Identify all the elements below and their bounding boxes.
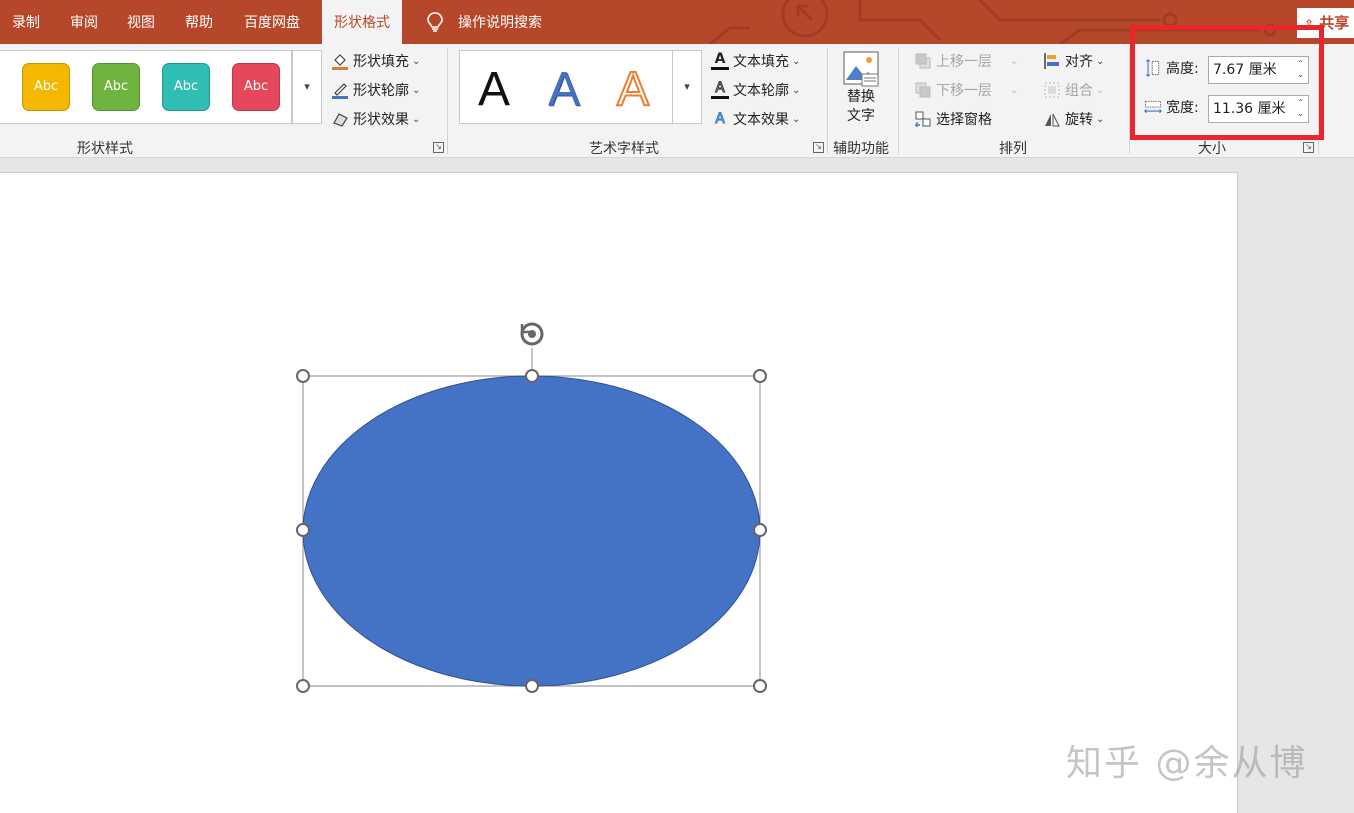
chevron-down-icon: ⌄ — [1010, 84, 1019, 96]
wordart-more-button[interactable]: ▾ — [672, 50, 702, 124]
resize-handle-bottom-right[interactable] — [753, 679, 767, 693]
rotate-handle-icon[interactable] — [520, 322, 544, 346]
shape-effects-icon — [333, 113, 348, 127]
shape-style-preset-4[interactable]: Abc — [232, 63, 280, 111]
more-arrow-icon: ▾ — [684, 80, 690, 93]
tab-view[interactable]: 视图 — [127, 0, 155, 44]
resize-handle-top-right[interactable] — [753, 369, 767, 383]
group-separator — [827, 48, 828, 154]
wordart-preset-blue[interactable]: A — [548, 62, 580, 117]
chevron-down-icon: ⌄ — [412, 55, 421, 67]
resize-handle-bottom[interactable] — [525, 679, 539, 693]
resize-handle-top[interactable] — [525, 369, 539, 383]
resize-handle-right[interactable] — [753, 523, 767, 537]
group-objects-button[interactable]: 组合 ⌄ — [1043, 80, 1104, 100]
group-label-accessibility: 辅助功能 — [833, 141, 889, 157]
text-outline-button[interactable]: A 文本轮廓 ⌄ — [711, 80, 800, 100]
group-separator — [898, 48, 899, 154]
text-effects-icon: A — [715, 111, 726, 128]
selected-shape[interactable] — [290, 312, 780, 702]
lightbulb-icon — [427, 12, 443, 32]
shape-styles-dialog-launcher[interactable]: ↘ — [433, 142, 444, 153]
size-dialog-launcher[interactable]: ↘ — [1303, 142, 1314, 153]
align-button[interactable]: 对齐 ⌄ — [1043, 51, 1104, 71]
wordart-dialog-launcher[interactable]: ↘ — [813, 142, 824, 153]
wordart-preset-black[interactable]: A — [478, 62, 510, 117]
alt-text-button[interactable]: 替换 文字 — [842, 50, 880, 126]
alt-text-image-icon — [843, 51, 879, 87]
tab-record[interactable]: 录制 — [12, 0, 40, 44]
resize-handle-top-left[interactable] — [296, 369, 310, 383]
text-outline-icon: A — [711, 81, 729, 99]
chevron-down-icon: ⌄ — [792, 84, 801, 96]
chevron-down-icon: ⌄ — [1096, 113, 1105, 125]
annotation-highlight-box — [1130, 25, 1324, 140]
group-label-arrange: 排列 — [999, 141, 1027, 157]
tell-me-search[interactable]: 操作说明搜索 — [426, 0, 542, 44]
text-effects-button[interactable]: A 文本效果 ⌄ — [711, 109, 801, 129]
selection-pane-button[interactable]: 选择窗格 — [914, 109, 992, 129]
paint-bucket-icon — [332, 54, 348, 70]
chevron-down-icon: ⌄ — [1096, 55, 1105, 67]
ellipse-shape[interactable] — [302, 375, 761, 687]
shape-styles-more-button[interactable]: ▾ — [292, 50, 322, 124]
align-icon — [1044, 53, 1059, 69]
tab-review[interactable]: 审阅 — [70, 0, 98, 44]
chevron-down-icon: ⌄ — [792, 113, 801, 125]
tab-shape-format[interactable]: 形状格式 — [322, 0, 402, 44]
group-label-shape-styles: 形状样式 — [77, 141, 133, 157]
pen-outline-icon — [332, 83, 348, 99]
watermark: 知乎 @余从博 — [1066, 743, 1308, 784]
shape-fill-button[interactable]: 形状填充 ⌄ — [331, 51, 420, 71]
send-backward-button[interactable]: 下移一层 ⌄ — [914, 80, 1018, 100]
wordart-preset-orange-outline[interactable]: A — [616, 62, 650, 117]
text-fill-button[interactable]: A 文本填充 ⌄ — [711, 51, 800, 71]
chevron-down-icon: ⌄ — [1010, 55, 1019, 67]
rotate-button[interactable]: 旋转 ⌄ — [1043, 109, 1104, 129]
text-fill-icon: A — [711, 52, 729, 70]
search-label: 操作说明搜索 — [458, 15, 542, 31]
bring-forward-button[interactable]: 上移一层 ⌄ — [914, 51, 1018, 71]
tab-help[interactable]: 帮助 — [185, 0, 213, 44]
shape-effects-button[interactable]: 形状效果 ⌄ — [331, 109, 420, 129]
group-icon — [1044, 82, 1060, 98]
shape-style-preset-2[interactable]: Abc — [92, 63, 140, 111]
resize-handle-bottom-left[interactable] — [296, 679, 310, 693]
chevron-down-icon: ⌄ — [1096, 84, 1105, 96]
chevron-down-icon: ⌄ — [412, 113, 421, 125]
shape-style-preset-1[interactable]: Abc — [22, 63, 70, 111]
chevron-down-icon: ⌄ — [412, 84, 421, 96]
bring-forward-icon — [915, 53, 931, 69]
rotate-icon — [1045, 113, 1060, 127]
resize-handle-left[interactable] — [296, 523, 310, 537]
selection-pane-icon — [915, 111, 931, 127]
group-label-wordart-styles: 艺术字样式 — [589, 141, 659, 157]
group-separator — [447, 48, 448, 154]
shape-outline-button[interactable]: 形状轮廓 ⌄ — [331, 80, 420, 100]
more-arrow-icon: ▾ — [304, 80, 310, 93]
chevron-down-icon: ⌄ — [792, 55, 801, 67]
group-label-size: 大小 — [1198, 141, 1226, 157]
tab-baidu-netdisk[interactable]: 百度网盘 — [244, 0, 300, 44]
send-backward-icon — [915, 82, 931, 98]
shape-style-preset-3[interactable]: Abc — [162, 63, 210, 111]
